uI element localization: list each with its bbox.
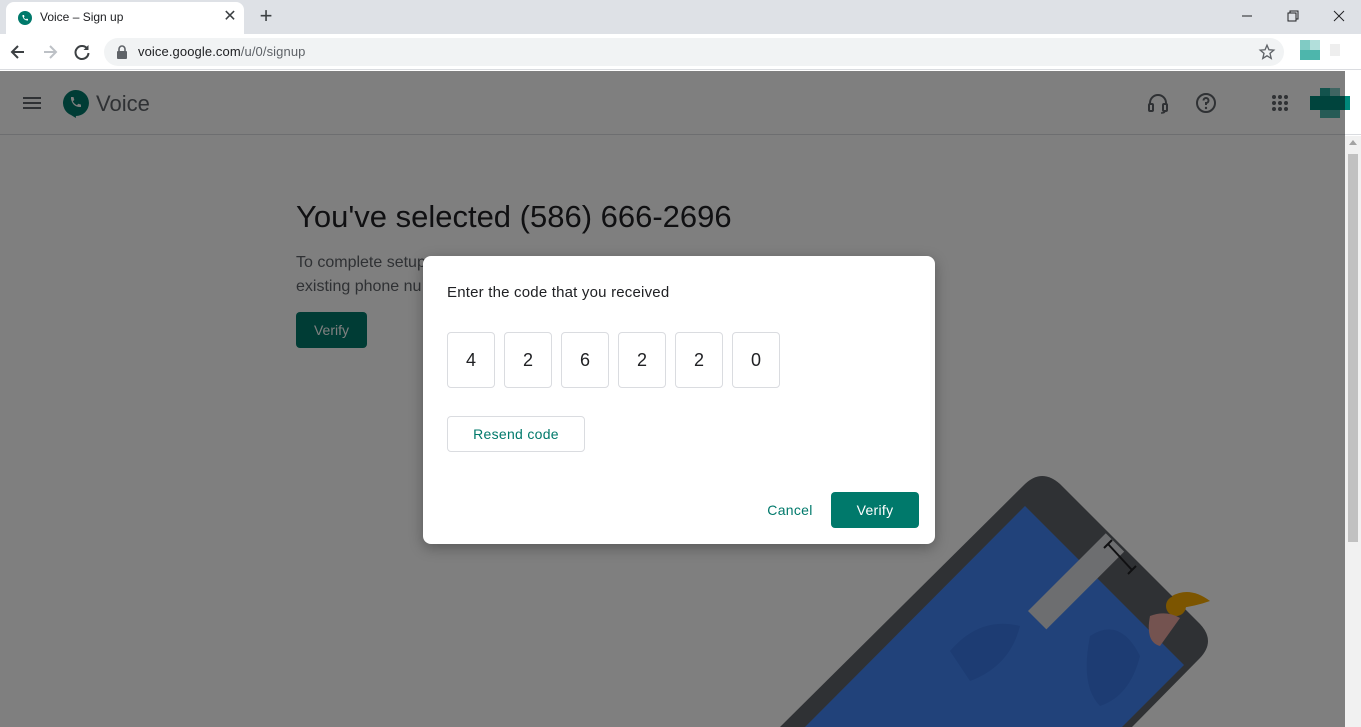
- browser-tab[interactable]: Voice – Sign up ✕: [6, 2, 244, 34]
- page-scrollbar[interactable]: [1345, 136, 1361, 727]
- code-digit-input-1[interactable]: 4: [447, 332, 495, 388]
- forward-icon[interactable]: [38, 40, 62, 64]
- browser-tabstrip: Voice – Sign up ✕ +: [0, 0, 1361, 34]
- phone-favicon-icon: [18, 11, 32, 25]
- url-host: voice.google.com: [138, 44, 241, 59]
- lock-icon: [117, 45, 127, 59]
- minimize-icon[interactable]: [1237, 6, 1257, 26]
- code-digit-input-4[interactable]: 2: [618, 332, 666, 388]
- code-digit-input-6[interactable]: 0: [732, 332, 780, 388]
- address-bar[interactable]: voice.google.com/u/0/signup: [104, 38, 1284, 66]
- verify-button[interactable]: Verify: [831, 492, 919, 528]
- url-path: /u/0/signup: [240, 44, 306, 59]
- scroll-up-icon[interactable]: [1349, 140, 1357, 145]
- new-tab-button[interactable]: +: [256, 5, 276, 27]
- code-digit-input-3[interactable]: 6: [561, 332, 609, 388]
- tab-title: Voice – Sign up: [40, 10, 124, 24]
- resend-code-button[interactable]: Resend code: [447, 416, 585, 452]
- back-icon[interactable]: [6, 40, 30, 64]
- star-icon[interactable]: [1258, 43, 1276, 61]
- code-digit-input-5[interactable]: 2: [675, 332, 723, 388]
- restore-icon[interactable]: [1283, 6, 1303, 26]
- code-digit-input-2[interactable]: 2: [504, 332, 552, 388]
- scroll-thumb[interactable]: [1348, 154, 1358, 542]
- tab-close-icon[interactable]: ✕: [221, 8, 239, 26]
- cancel-button[interactable]: Cancel: [759, 492, 821, 528]
- url-text: voice.google.com/u/0/signup: [138, 44, 306, 59]
- close-window-icon[interactable]: [1329, 6, 1349, 26]
- reload-icon[interactable]: [70, 40, 94, 64]
- profile-avatar[interactable]: [1290, 38, 1350, 64]
- dialog-title: Enter the code that you received: [447, 284, 670, 301]
- browser-toolbar: voice.google.com/u/0/signup: [0, 34, 1361, 70]
- verification-code-dialog: Enter the code that you received 4 2 6 2…: [423, 256, 935, 544]
